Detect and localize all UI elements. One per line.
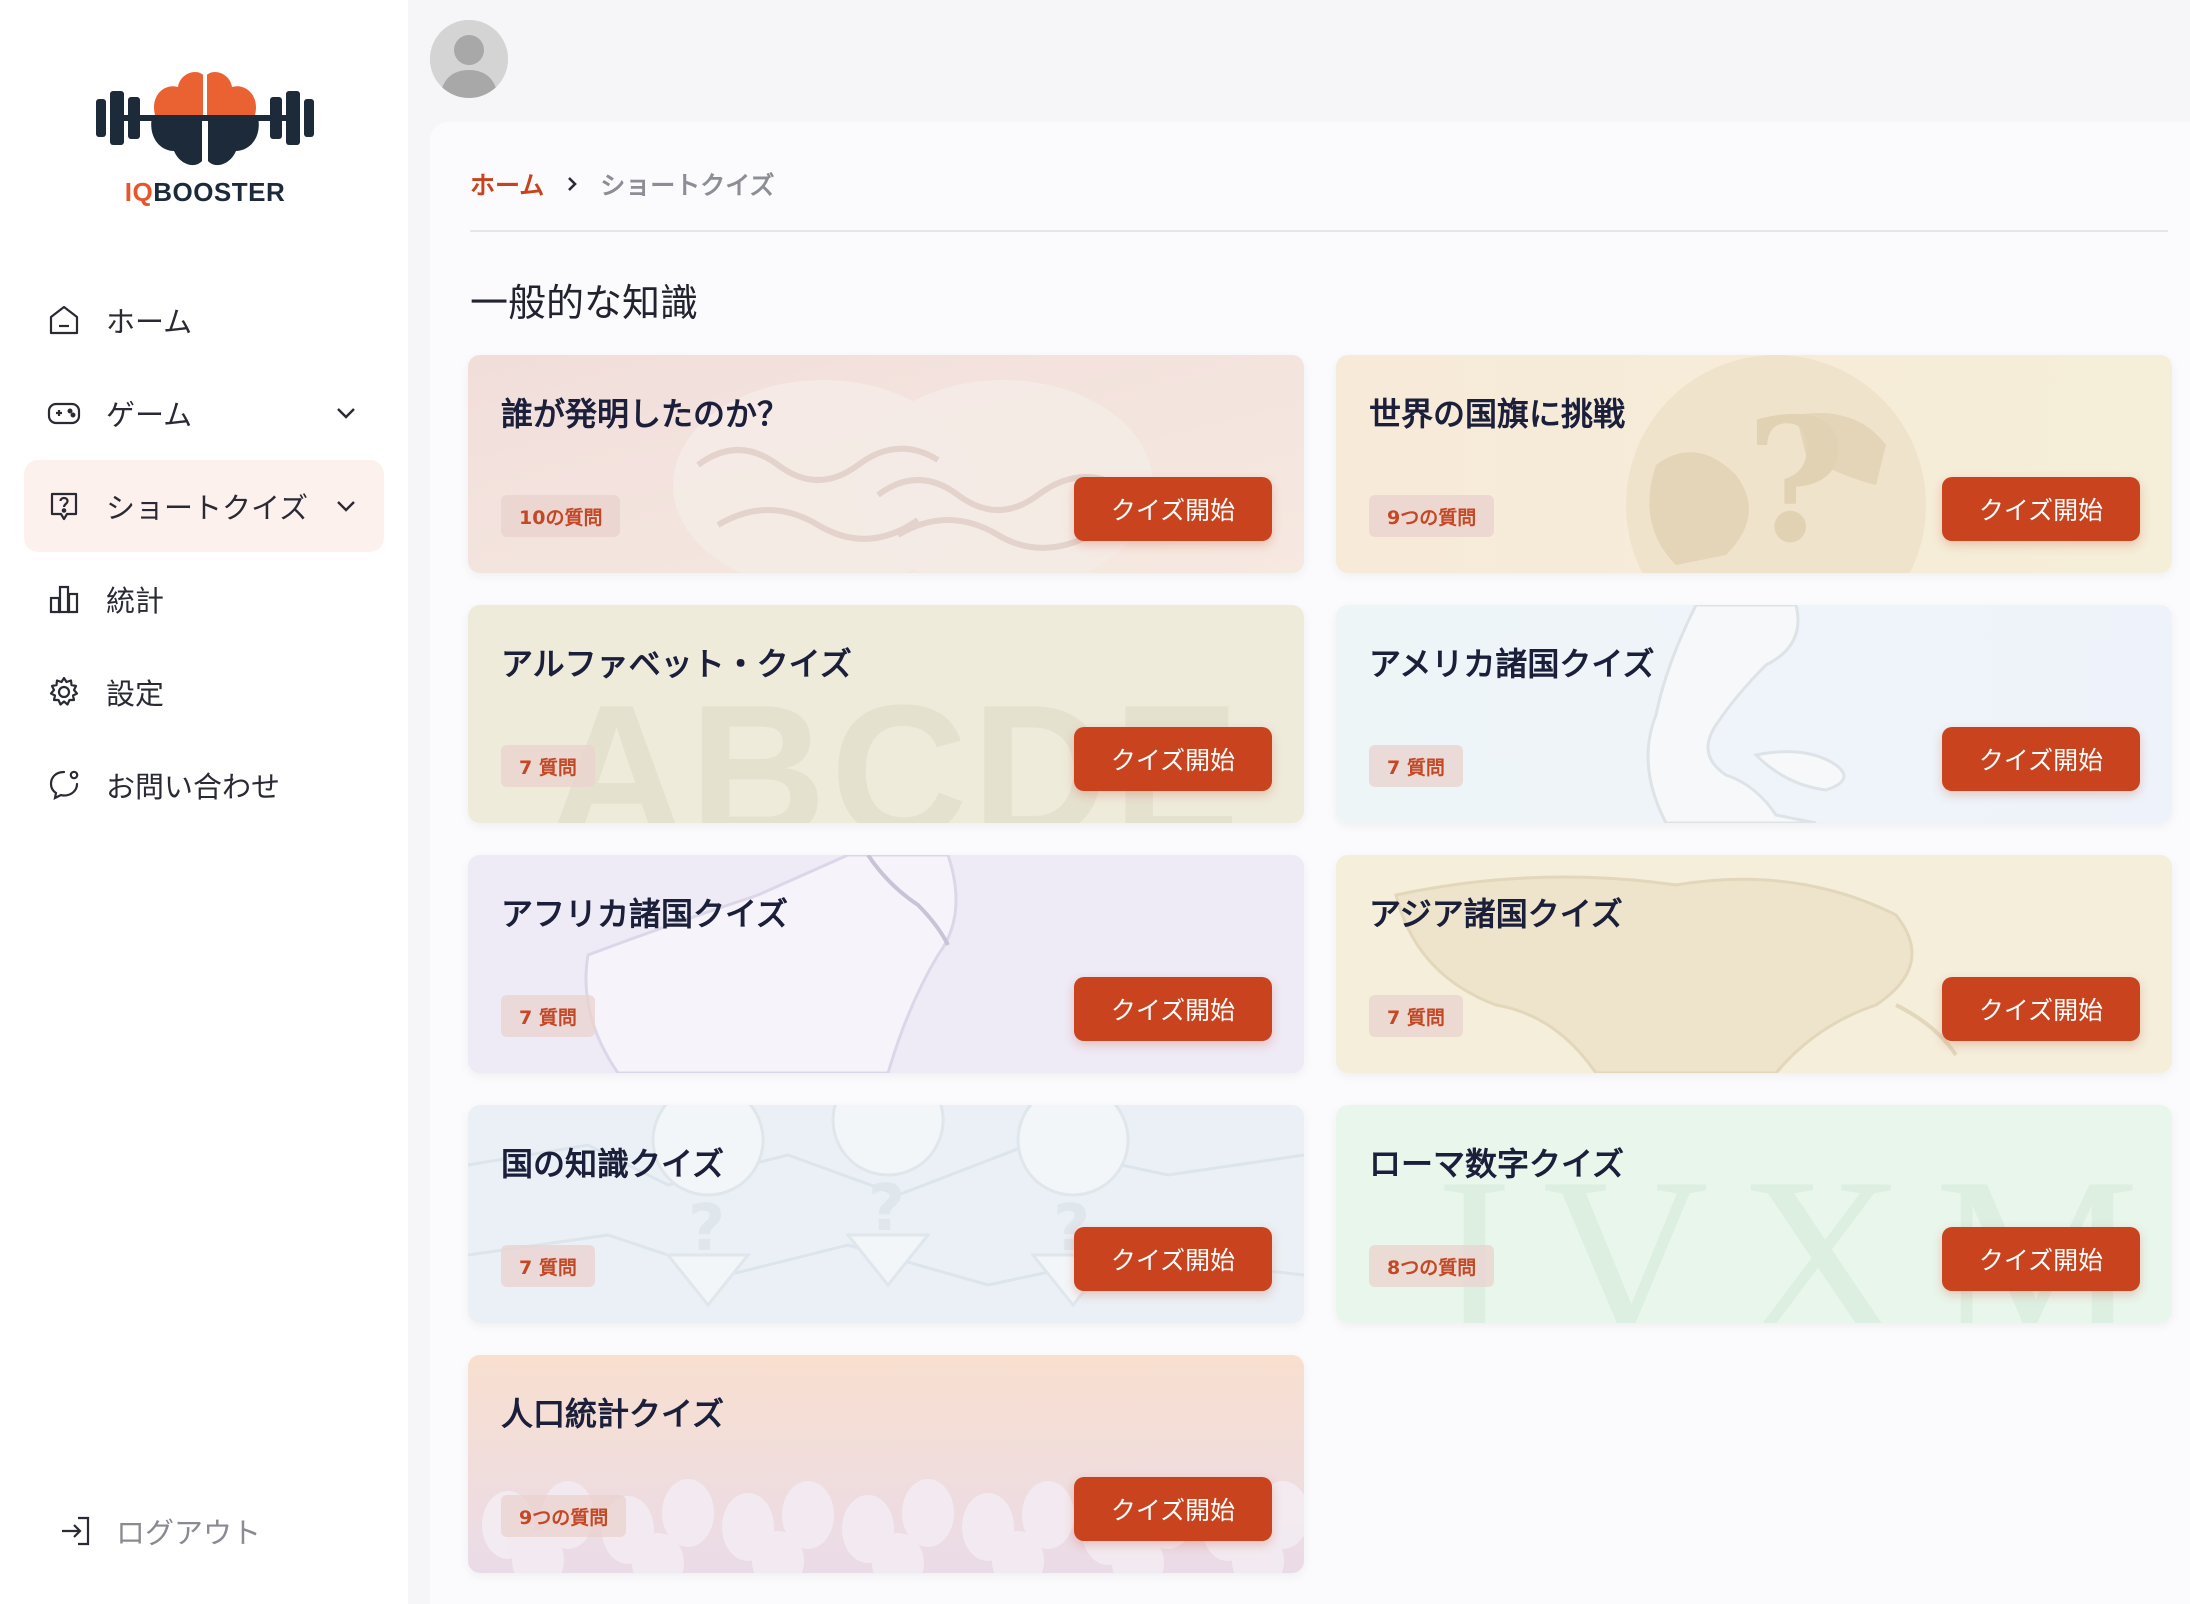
question-count-badge: 9つの質問 bbox=[1369, 495, 1495, 537]
quiz-card-asia[interactable]: アジア諸国クイズ 7 質問 クイズ開始 bbox=[1336, 855, 2172, 1073]
card-title: 人口統計クイズ bbox=[501, 1395, 725, 1433]
start-quiz-button[interactable]: クイズ開始 bbox=[1942, 727, 2140, 791]
sidebar-item-stats[interactable]: 統計 bbox=[24, 553, 384, 645]
card-title: アジア諸国クイズ bbox=[1369, 895, 1623, 933]
card-title: アフリカ諸国クイズ bbox=[501, 895, 789, 933]
user-avatar-icon bbox=[430, 20, 508, 98]
main-content: ホーム ショートクイズ 一般的な知識 誰が発明したのか？ 10の質問 クイズ開始… bbox=[430, 122, 2190, 1604]
start-quiz-button[interactable]: クイズ開始 bbox=[1942, 1227, 2140, 1291]
bar-chart-icon bbox=[46, 581, 82, 617]
card-title: アメリカ諸国クイズ bbox=[1369, 645, 1655, 683]
svg-text:?: ? bbox=[688, 1192, 725, 1266]
question-count-badge: 10の質問 bbox=[501, 495, 621, 537]
breadcrumb: ホーム ショートクイズ bbox=[470, 166, 775, 202]
question-count-badge: 7 質問 bbox=[501, 995, 595, 1037]
question-count-badge: 7 質問 bbox=[501, 745, 595, 787]
home-icon bbox=[46, 302, 82, 338]
avatar[interactable] bbox=[430, 20, 508, 98]
breadcrumb-home-link[interactable]: ホーム bbox=[470, 166, 544, 202]
sidebar-item-settings[interactable]: 設定 bbox=[24, 646, 384, 738]
iqbooster-logo[interactable]: IQBOOSTER bbox=[90, 55, 320, 215]
question-count-badge: 7 質問 bbox=[1369, 995, 1463, 1037]
brain-dumbbell-icon bbox=[96, 72, 314, 166]
sidebar-item-label: 設定 bbox=[106, 677, 165, 711]
sidebar-item-label: 統計 bbox=[106, 584, 165, 618]
start-quiz-button[interactable]: クイズ開始 bbox=[1074, 977, 1272, 1041]
svg-text:?: ? bbox=[1746, 381, 1846, 573]
svg-text:?: ? bbox=[868, 1172, 905, 1246]
top-bar bbox=[408, 0, 2190, 122]
sidebar-nav: ホーム ゲーム ショートクイズ 統計 設定 お問い合わせ bbox=[24, 274, 384, 832]
card-title: 誰が発明したのか？ bbox=[501, 395, 790, 433]
quiz-card-africa[interactable]: アフリカ諸国クイズ 7 質問 クイズ開始 bbox=[468, 855, 1304, 1073]
question-count-badge: 9つの質問 bbox=[501, 1495, 627, 1537]
sidebar-item-home[interactable]: ホーム bbox=[24, 274, 384, 366]
chevron-down-icon[interactable] bbox=[330, 490, 362, 522]
start-quiz-button[interactable]: クイズ開始 bbox=[1074, 1227, 1272, 1291]
chevron-down-icon[interactable] bbox=[330, 397, 362, 429]
question-count-badge: 7 質問 bbox=[1369, 745, 1463, 787]
logout-label: ログアウト bbox=[116, 1516, 262, 1550]
start-quiz-button[interactable]: クイズ開始 bbox=[1074, 477, 1272, 541]
logout-icon bbox=[62, 1516, 90, 1546]
chevron-right-icon bbox=[568, 177, 578, 191]
sidebar: IQBOOSTER ホーム ゲーム ショートクイズ 統計 設定 お問い合わせ ロ… bbox=[0, 0, 408, 1604]
sidebar-item-contact[interactable]: お問い合わせ bbox=[24, 739, 384, 831]
quiz-card-america[interactable]: アメリカ諸国クイズ 7 質問 クイズ開始 bbox=[1336, 605, 2172, 823]
gamepad-icon bbox=[46, 395, 82, 431]
breadcrumb-current: ショートクイズ bbox=[600, 171, 775, 200]
question-count-badge: 7 質問 bbox=[501, 1245, 595, 1287]
start-quiz-button[interactable]: クイズ開始 bbox=[1074, 1477, 1272, 1541]
chat-icon bbox=[46, 767, 82, 803]
start-quiz-button[interactable]: クイズ開始 bbox=[1942, 477, 2140, 541]
card-title: 国の知識クイズ bbox=[501, 1145, 725, 1183]
quiz-card-roman-numerals[interactable]: IVXM ローマ数字クイズ 8つの質問 クイズ開始 bbox=[1336, 1105, 2172, 1323]
quiz-card-country-knowledge[interactable]: ??? 国の知識クイズ 7 質問 クイズ開始 bbox=[468, 1105, 1304, 1323]
sidebar-item-short-quiz[interactable]: ショートクイズ bbox=[24, 460, 384, 552]
logout-button[interactable]: ログアウト bbox=[58, 1510, 261, 1552]
sidebar-item-games[interactable]: ゲーム bbox=[24, 367, 384, 459]
logo-wordmark: IQBOOSTER bbox=[124, 177, 286, 207]
card-title: アルファベット・クイズ bbox=[501, 645, 852, 683]
quiz-card-world-flags[interactable]: ? 世界の国旗に挑戦 9つの質問 クイズ開始 bbox=[1336, 355, 2172, 573]
quiz-card-population[interactable]: 人口統計クイズ 9つの質問 クイズ開始 bbox=[468, 1355, 1304, 1573]
sidebar-item-label: お問い合わせ bbox=[106, 770, 281, 804]
section-title: 一般的な知識 bbox=[470, 281, 699, 325]
quiz-card-inventors[interactable]: 誰が発明したのか？ 10の質問 クイズ開始 bbox=[468, 355, 1304, 573]
sidebar-item-label: ショートクイズ bbox=[106, 491, 309, 525]
start-quiz-button[interactable]: クイズ開始 bbox=[1074, 727, 1272, 791]
quiz-card-alphabet[interactable]: ABCDE アルファベット・クイズ 7 質問 クイズ開始 bbox=[468, 605, 1304, 823]
sidebar-item-label: ゲーム bbox=[106, 398, 193, 432]
card-title: ローマ数字クイズ bbox=[1369, 1145, 1625, 1183]
card-title: 世界の国旗に挑戦 bbox=[1369, 395, 1626, 433]
question-bubble-icon bbox=[46, 488, 82, 524]
question-count-badge: 8つの質問 bbox=[1369, 1245, 1495, 1287]
gear-icon bbox=[46, 674, 82, 710]
divider bbox=[470, 230, 2168, 232]
sidebar-item-label: ホーム bbox=[106, 305, 193, 339]
start-quiz-button[interactable]: クイズ開始 bbox=[1942, 977, 2140, 1041]
